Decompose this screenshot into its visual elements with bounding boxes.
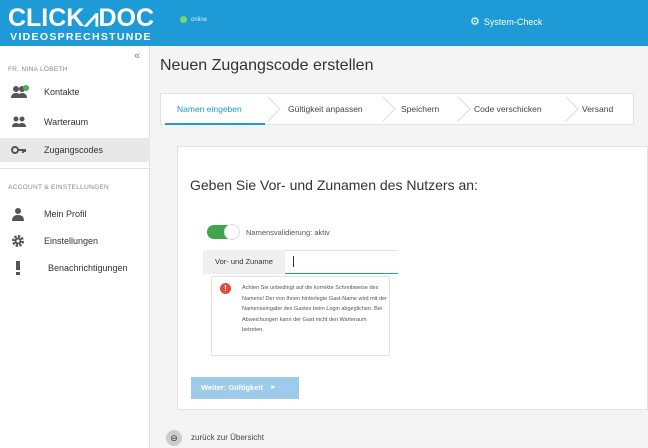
name-form-card: Geben Sie Vor- und Zunamen des Nutzers a…	[177, 146, 648, 410]
warning-box: ! Achten Sie unbedingt auf die korrekte …	[211, 276, 390, 356]
logo-title: CLICK⩘DOC	[7, 4, 155, 32]
sidebar-item-label: Benachrichtigungen	[48, 263, 128, 273]
logo[interactable]: CLICK⩘DOC VIDEOSPRECHSTUNDE	[0, 0, 162, 46]
sidebar-item-warteraum[interactable]: Warteraum	[0, 110, 150, 134]
top-bar: CLICK⩘DOC VIDEOSPRECHSTUNDE online ⚙ Syst…	[0, 0, 648, 46]
text-caret	[293, 256, 294, 267]
waiting-room-icon	[11, 115, 27, 129]
wizard-steps: Namen eingeben Gültigkeit anpassen Speic…	[160, 93, 634, 125]
exclamation-icon	[11, 261, 27, 275]
step-gueltigkeit[interactable]: Gültigkeit anpassen	[288, 94, 363, 124]
collapse-sidebar-icon[interactable]: «	[134, 50, 140, 62]
system-check-button[interactable]: ⚙ System-Check	[470, 15, 542, 28]
step-separator	[370, 96, 396, 122]
sidebar-item-label: Kontakte	[44, 87, 80, 97]
step-versand[interactable]: Versand	[582, 94, 613, 124]
sidebar-item-benachrichtigungen[interactable]: Benachrichtigungen	[0, 256, 150, 280]
person-icon	[11, 207, 27, 221]
step-code-verschicken[interactable]: Code verschicken	[474, 94, 542, 124]
step-separator	[553, 96, 579, 122]
connection-status: online	[180, 16, 207, 23]
warning-text: Achten Sie unbedingt auf die korrekte Sc…	[242, 285, 387, 333]
user-name: FR. NINA LÖBETH	[8, 66, 68, 73]
step-separator	[445, 96, 471, 122]
card-heading: Geben Sie Vor- und Zunamen des Nutzers a…	[190, 177, 478, 193]
back-to-overview-link[interactable]: ⊖ zurück zur Übersicht	[166, 430, 264, 446]
section-title: ACCOUNT & EINSTELLUNGEN	[8, 184, 110, 191]
status-dot-icon	[180, 16, 187, 23]
sidebar-item-label: Zugangscodes	[44, 145, 104, 155]
back-link-label: zurück zur Übersicht	[191, 433, 264, 443]
page-title: Neuen Zugangscode erstellen	[160, 57, 374, 74]
arrow-right-icon: ▸	[271, 384, 275, 391]
sidebar-item-label: Mein Profil	[44, 209, 87, 219]
toggle-label: Namensvalidierung: aktiv	[246, 228, 330, 237]
sidebar-item-label: Warteraum	[44, 117, 89, 127]
sidebar-item-einstellungen[interactable]: Einstellungen	[0, 229, 150, 253]
contacts-icon	[11, 85, 29, 99]
logo-subtitle: VIDEOSPRECHSTUNDE	[10, 31, 152, 43]
active-step-underline	[165, 123, 265, 125]
step-speichern[interactable]: Speichern	[401, 94, 439, 124]
sidebar-item-label: Einstellungen	[44, 236, 99, 246]
warning-icon: !	[220, 283, 231, 294]
sidebar: FR. NINA LÖBETH « Kontakte Warteraum Zug…	[0, 46, 150, 448]
sidebar-item-mein-profil[interactable]: Mein Profil	[0, 202, 150, 226]
gear-icon: ⚙	[470, 16, 480, 28]
step-namen-eingeben[interactable]: Namen eingeben	[177, 94, 242, 124]
next-button-label: Weiter: Gültigkeit	[201, 383, 263, 392]
name-field-label: Vor- und Zuname	[203, 250, 285, 274]
next-validity-button[interactable]: Weiter: Gültigkeit ▸	[191, 377, 299, 399]
gear-icon	[11, 234, 27, 248]
sidebar-item-zugangscodes[interactable]: Zugangscodes	[0, 138, 150, 162]
step-separator	[255, 96, 281, 122]
sidebar-divider	[0, 168, 150, 169]
name-input[interactable]	[285, 250, 398, 274]
sidebar-item-kontakte[interactable]: Kontakte	[0, 80, 150, 104]
key-icon	[11, 143, 27, 157]
status-text: online	[191, 17, 208, 24]
back-circle-icon: ⊖	[166, 430, 182, 446]
system-check-label: System-Check	[483, 17, 543, 27]
name-validation-toggle[interactable]	[207, 224, 240, 240]
toggle-knob	[224, 224, 240, 240]
